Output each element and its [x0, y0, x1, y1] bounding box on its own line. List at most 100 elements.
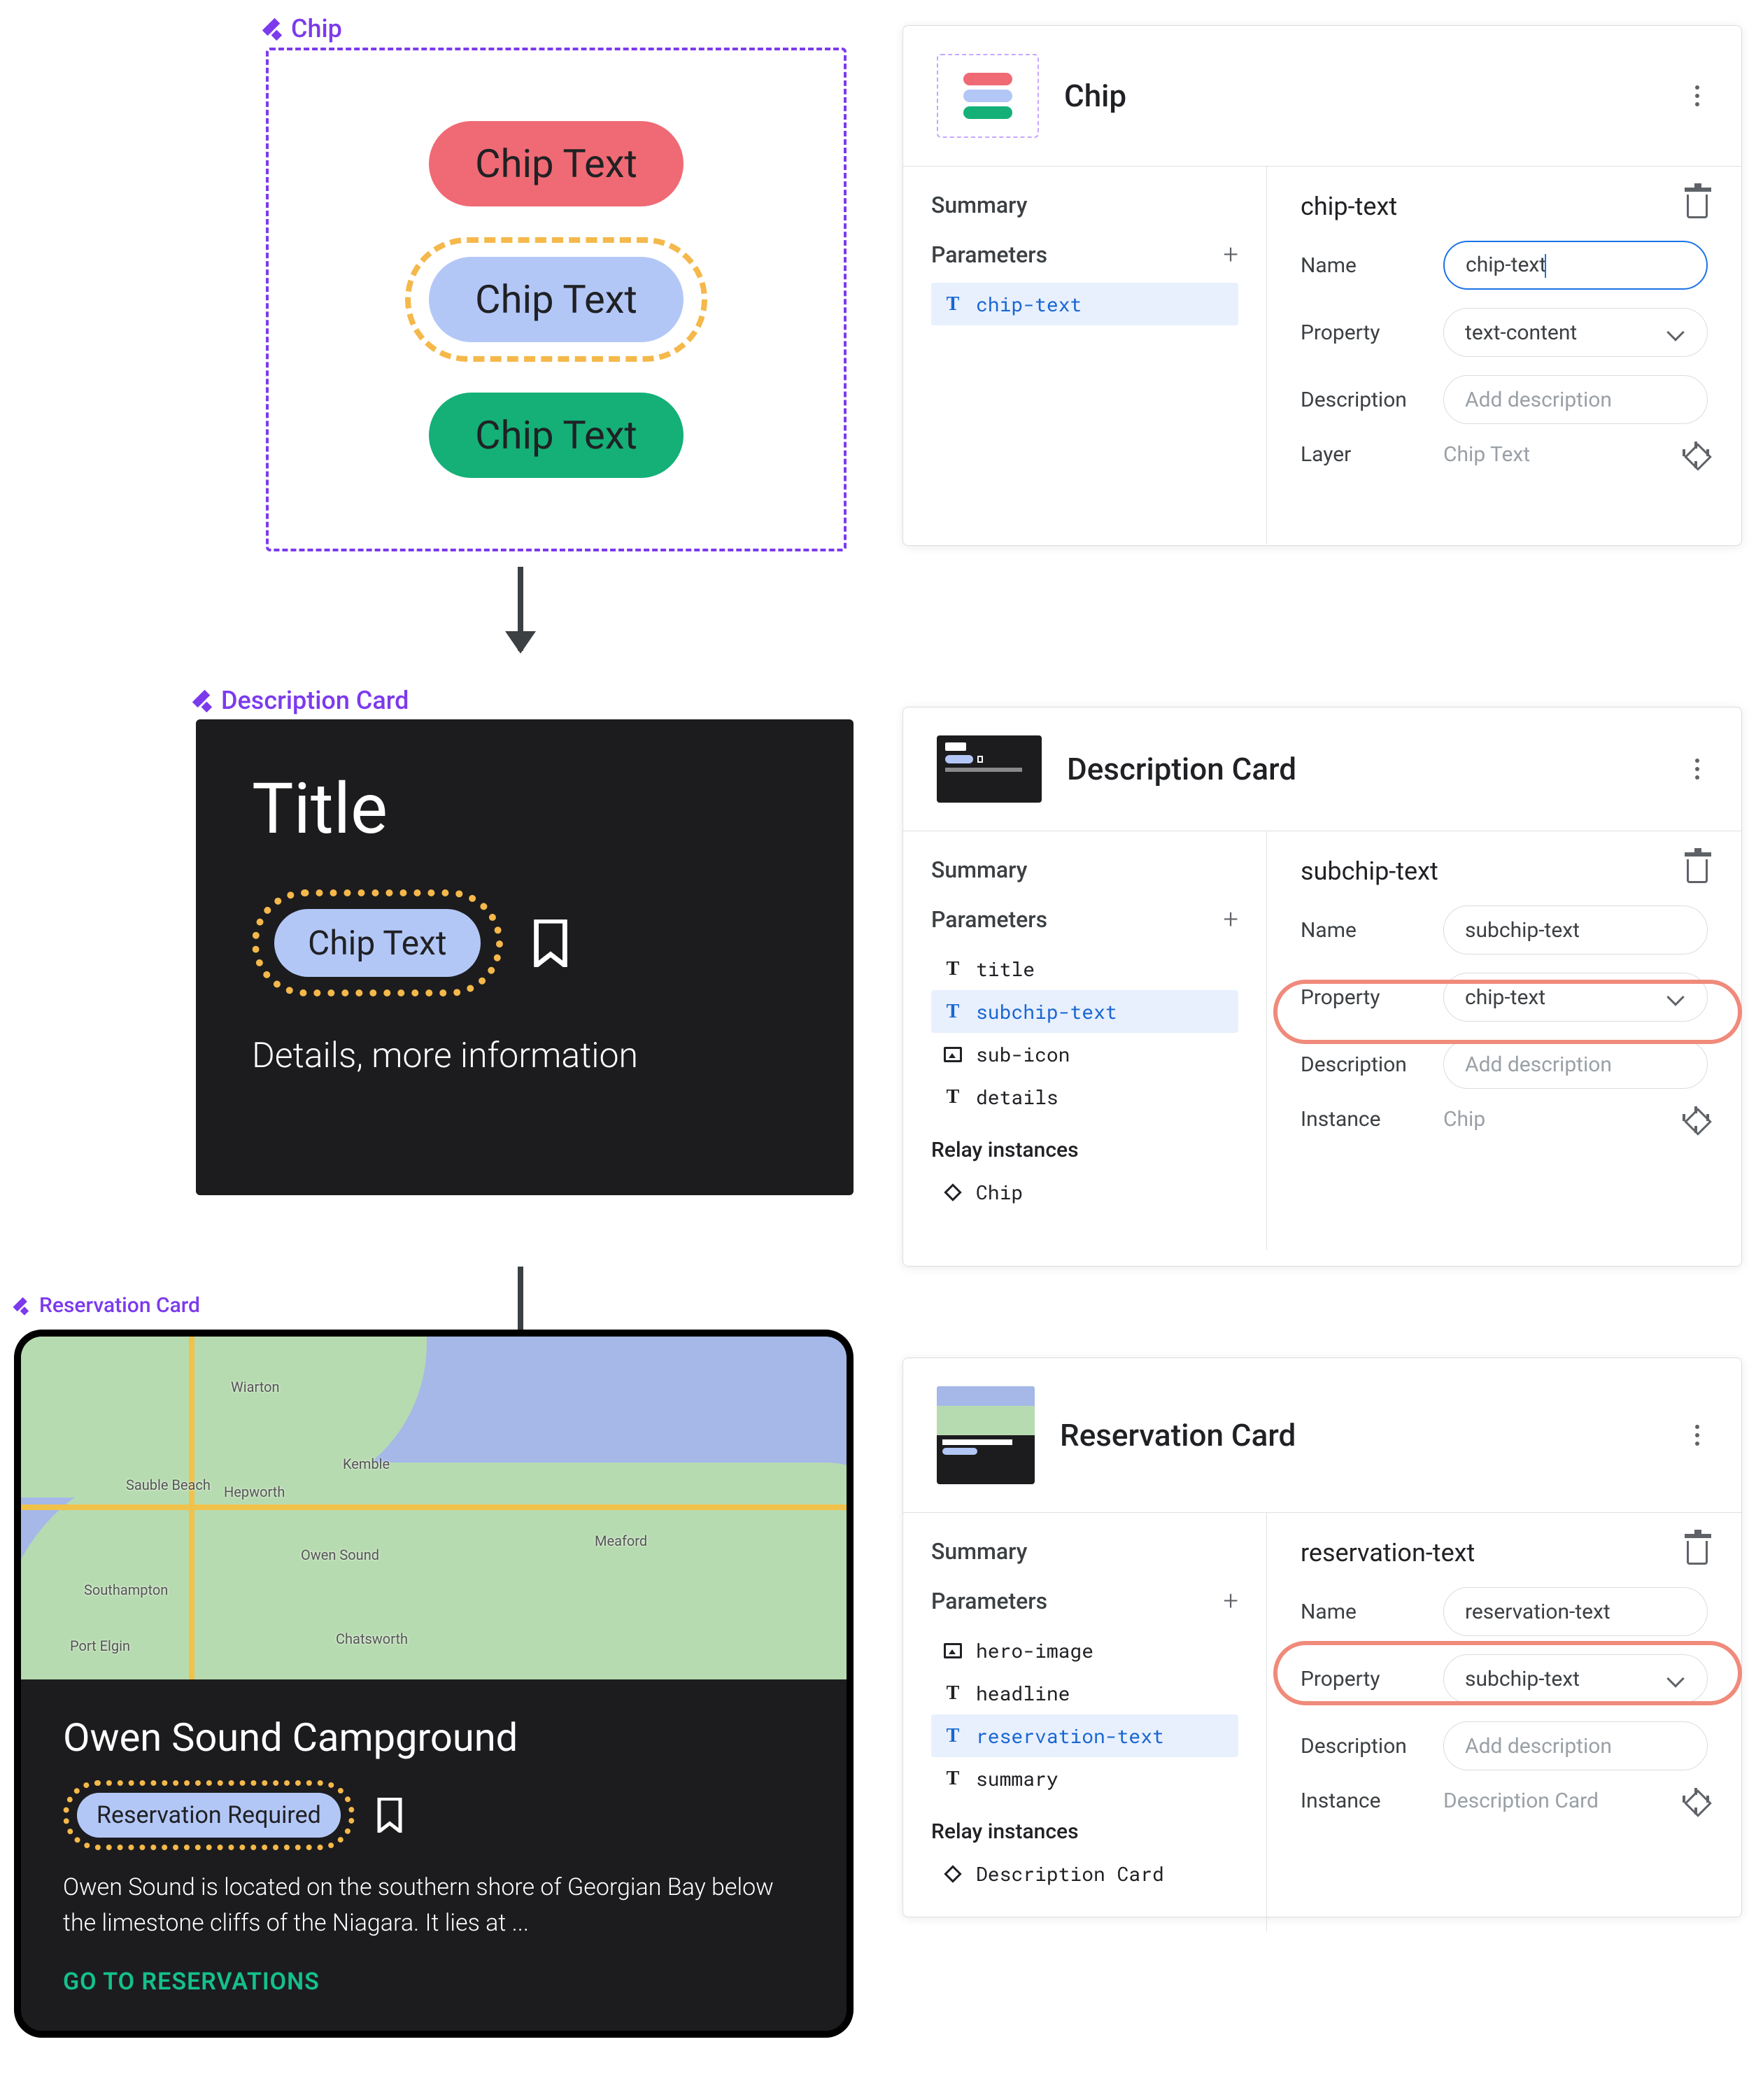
reservation-card: Wiarton Sauble Beach Hepworth Kemble Owe… [14, 1330, 854, 2038]
layer-label: Layer [1301, 442, 1426, 467]
description-label: Description [1301, 388, 1426, 412]
figma-label-description: Description Card [196, 686, 854, 715]
relay-item[interactable]: Description Card [931, 1852, 1238, 1895]
delete-icon[interactable] [1687, 859, 1708, 883]
add-parameter-icon[interactable]: + [1224, 1586, 1238, 1616]
parameter-name: chip-text [976, 291, 1082, 317]
map-label: Hepworth [224, 1484, 285, 1500]
description-input[interactable]: Add description [1443, 375, 1708, 424]
locate-target-icon[interactable] [1684, 443, 1708, 467]
relay-instances-heading: Relay instances [931, 1819, 1238, 1844]
hero-map-image: Wiarton Sauble Beach Hepworth Kemble Owe… [21, 1337, 847, 1679]
instance-label: Instance [1301, 1789, 1426, 1813]
description-card: Title Chip Text Details, more informatio… [196, 719, 854, 1195]
chip-variant-red[interactable]: Chip Text [429, 121, 684, 206]
parameter-name: details [976, 1084, 1058, 1110]
map-label: Southampton [84, 1581, 168, 1598]
kebab-menu-icon[interactable] [1695, 94, 1699, 98]
bookmark-icon[interactable] [531, 919, 570, 967]
text-type-icon: T [942, 1087, 963, 1108]
summary-heading[interactable]: Summary [931, 1538, 1238, 1565]
locate-target-icon[interactable] [1684, 1789, 1708, 1813]
instance-value: Chip [1443, 1107, 1667, 1132]
description-input[interactable]: Add description [1443, 1721, 1708, 1770]
text-type-icon: T [942, 1768, 963, 1789]
chip-variant-blue[interactable]: Chip Text [429, 257, 684, 342]
parameter-item[interactable]: Tsubchip-text [931, 990, 1238, 1033]
add-parameter-icon[interactable]: + [1224, 904, 1238, 935]
selection-outline: Chip Text [252, 889, 503, 996]
add-parameter-icon[interactable]: + [1224, 239, 1238, 270]
figma-label-reservation: Reservation Card [14, 1293, 200, 1318]
selection-outline: Chip Text [405, 237, 707, 362]
relay-instances-heading: Relay instances [931, 1138, 1238, 1162]
layer-value: Chip Text [1443, 442, 1667, 467]
description-card-component: Description Card Title Chip Text Details… [196, 686, 854, 1195]
parameter-item[interactable]: Tdetails [931, 1076, 1238, 1118]
component-name: Chip [291, 14, 342, 43]
nested-chip[interactable]: Chip Text [274, 909, 481, 977]
component-icon [266, 20, 284, 38]
text-type-icon: T [942, 294, 963, 315]
selection-outline: Reservation Required [63, 1780, 355, 1850]
summary-heading[interactable]: Summary [931, 857, 1238, 883]
parameters-heading: Parameters [931, 906, 1047, 933]
panel-thumbnail [937, 735, 1042, 803]
relay-name: Description Card [976, 1861, 1164, 1887]
description-input[interactable]: Add description [1443, 1040, 1708, 1089]
parameter-item[interactable]: Treservation-text [931, 1714, 1238, 1757]
delete-icon[interactable] [1687, 1541, 1708, 1565]
parameter-name: hero-image [976, 1637, 1093, 1663]
name-label: Name [1301, 253, 1426, 278]
property-label: Property [1301, 320, 1426, 345]
figma-label-chip: Chip [266, 14, 847, 43]
name-input[interactable]: subchip-text [1443, 905, 1708, 954]
reservation-chip[interactable]: Reservation Required [77, 1793, 341, 1838]
bookmark-icon[interactable] [376, 1798, 404, 1833]
parameter-item[interactable]: Ttitle [931, 947, 1238, 990]
description-label: Description [1301, 1052, 1426, 1077]
card-title: Title [252, 768, 798, 850]
property-select[interactable]: text-content [1443, 308, 1708, 357]
parameter-item[interactable]: sub-icon [931, 1033, 1238, 1076]
detail-title: chip-text [1301, 192, 1397, 221]
text-type-icon: T [942, 1001, 963, 1022]
reservation-summary: Owen Sound is located on the southern sh… [63, 1870, 805, 1941]
panel-title: Chip [1064, 78, 1670, 114]
text-type-icon: T [942, 1683, 963, 1704]
instance-label: Instance [1301, 1107, 1426, 1132]
summary-heading[interactable]: Summary [931, 192, 1238, 218]
property-panel-reservation-card: Reservation Card Summary Parameters + he… [902, 1358, 1742, 1917]
parameter-name: summary [976, 1766, 1058, 1791]
map-label: Chatsworth [336, 1630, 408, 1647]
property-select[interactable]: subchip-text [1443, 1654, 1708, 1703]
panel-thumbnail [937, 54, 1039, 138]
image-type-icon [942, 1044, 963, 1065]
chevron-down-icon [1666, 1670, 1684, 1687]
chip-frame-border: Chip Text Chip Text Chip Text [266, 48, 847, 551]
reservations-cta-link[interactable]: GO TO RESERVATIONS [63, 1968, 805, 1996]
chip-component: Chip Chip Text Chip Text Chip Text [266, 14, 847, 551]
chip-variant-green[interactable]: Chip Text [429, 393, 684, 478]
detail-title: subchip-text [1301, 857, 1438, 886]
property-select[interactable]: chip-text [1443, 973, 1708, 1022]
name-input[interactable]: reservation-text [1443, 1587, 1708, 1636]
panel-title: Description Card [1067, 751, 1670, 787]
locate-target-icon[interactable] [1684, 1108, 1708, 1132]
relay-item[interactable]: Chip [931, 1171, 1238, 1213]
parameter-item[interactable]: Tsummary [931, 1757, 1238, 1800]
parameter-item[interactable]: Theadline [931, 1672, 1238, 1714]
kebab-menu-icon[interactable] [1695, 767, 1699, 771]
parameter-name: reservation-text [976, 1723, 1164, 1749]
instance-icon [942, 1182, 963, 1203]
parameters-heading: Parameters [931, 1588, 1047, 1614]
kebab-menu-icon[interactable] [1695, 1433, 1699, 1437]
delete-icon[interactable] [1687, 195, 1708, 218]
parameter-item[interactable]: T chip-text [931, 283, 1238, 325]
property-label: Property [1301, 985, 1426, 1010]
parameter-item[interactable]: hero-image [931, 1629, 1238, 1672]
name-input[interactable]: chip-text [1443, 241, 1708, 290]
component-icon [16, 1298, 31, 1313]
instance-value: Description Card [1443, 1789, 1667, 1813]
description-label: Description [1301, 1734, 1426, 1759]
